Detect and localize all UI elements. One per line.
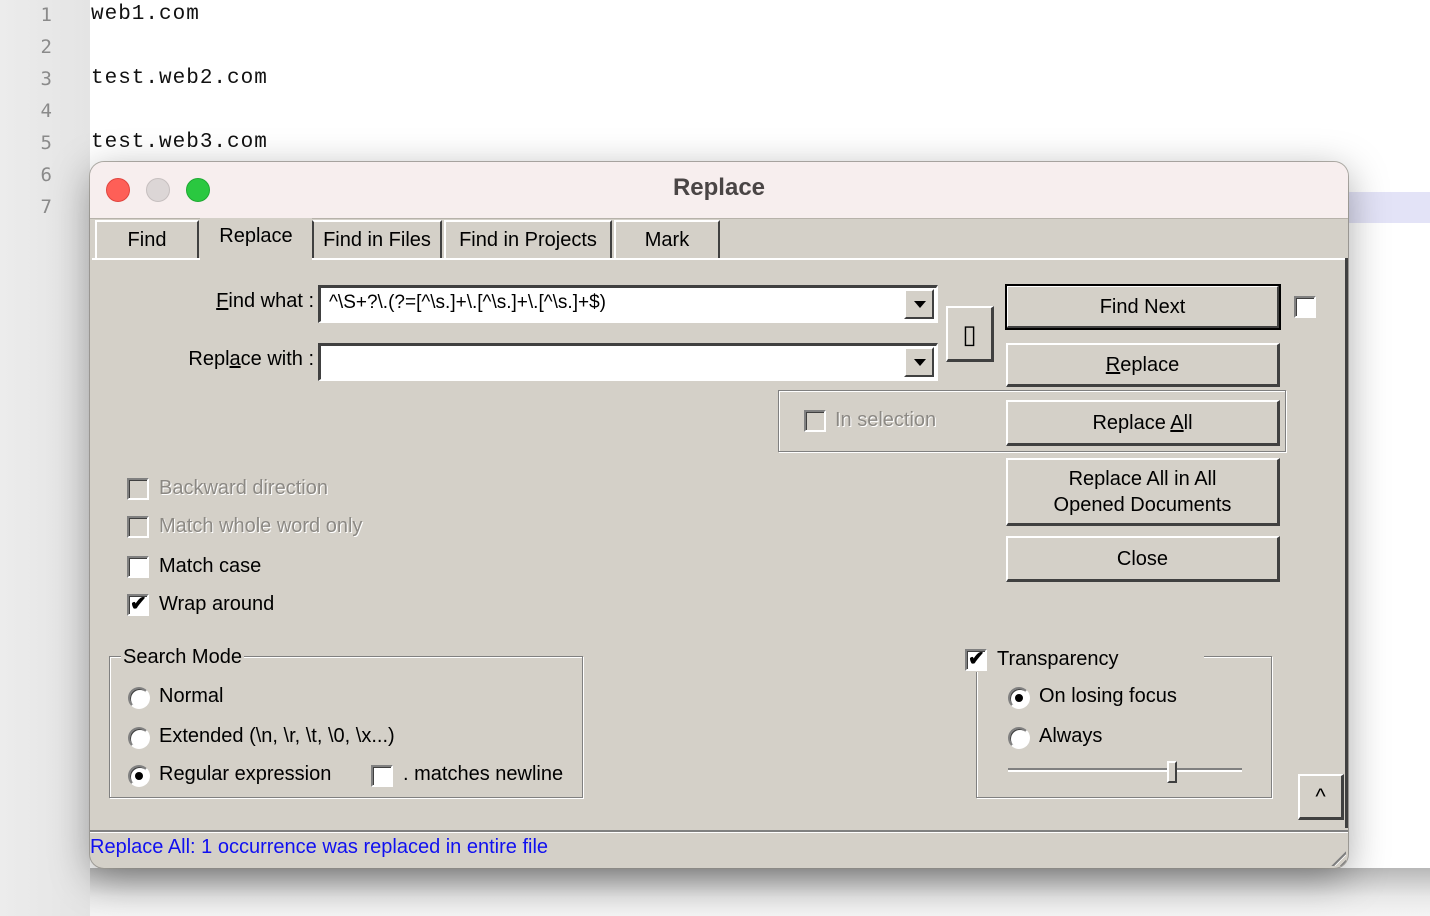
find-what-label: Find what : [150,290,314,313]
in-selection-checkbox[interactable] [804,410,826,432]
wrap-around-label: Wrap around [159,593,275,615]
match-whole-word-checkbox[interactable] [127,516,149,538]
code-line[interactable]: test.web2.com [91,67,268,90]
always-radio[interactable] [1008,727,1030,749]
match-case-label: Match case [159,555,262,577]
replace-with-dropdown-button[interactable] [904,347,934,377]
always-label: Always [1039,725,1103,747]
in-selection-label: In selection [835,409,937,431]
code-line[interactable]: web1.com [91,3,200,26]
extended-mode-radio[interactable] [128,727,150,749]
search-mode-title: Search Mode [121,646,244,669]
checkmark-icon: ✔ [130,593,147,615]
find-label-text: Find what : [216,290,314,312]
title-bar[interactable]: Replace [90,162,1348,219]
replace-dialog: Replace Find Replace Find in Files Find … [90,162,1348,868]
line-number: 6 [40,164,52,186]
match-case-checkbox[interactable] [127,556,149,578]
extended-mode-label: Extended (\n, \r, \t, \0, \x...) [159,725,395,747]
on-losing-focus-radio[interactable] [1008,687,1030,709]
transparency-checkbox[interactable]: ✔ [965,648,987,671]
replace-all-open-line2: Opened Documents [1053,493,1232,516]
line-number: 7 [40,196,52,218]
line-number: 4 [40,100,52,122]
radio-selected-dot [1015,694,1023,702]
tab-panel-border [312,258,1346,260]
line-number: 1 [40,4,52,26]
dot-matches-newline-checkbox[interactable] [371,765,393,787]
normal-mode-radio[interactable] [128,687,150,709]
radio-selected-dot [135,772,143,780]
swap-icon: ▯ [962,318,977,349]
replace-all-open-line1: Replace All in All [1068,467,1217,490]
find-what-input[interactable]: ^\S+?\.(?=[^\s.]+\.[^\s.]+\.[^\s.]+$) [329,292,606,314]
regex-mode-radio[interactable] [128,765,150,787]
find-next-button[interactable]: Find Next [1005,284,1281,330]
line-number: 3 [40,68,52,90]
line-number: 2 [40,36,52,58]
line-number: 5 [40,132,52,154]
regex-mode-label: Regular expression [159,763,332,785]
dialog-title: Replace [672,174,766,201]
status-bar-divider [90,830,1348,832]
backward-direction-label: Backward direction [159,477,328,499]
current-line-highlight [1348,192,1430,223]
transparency-slider-track[interactable] [1008,768,1242,772]
close-button[interactable]: Close [1006,536,1280,582]
replace-button[interactable]: Replace [1006,343,1280,387]
checkmark-icon: ✔ [968,648,985,670]
tab-mark[interactable]: Mark [614,220,720,258]
tab-find[interactable]: Find [95,220,199,258]
dialog-shadow [90,868,1430,916]
swap-find-replace-button[interactable]: ▯ [946,306,994,362]
find-next-option-checkbox[interactable] [1294,296,1316,318]
backward-direction-checkbox[interactable] [127,478,149,500]
code-line[interactable]: test.web3.com [91,131,268,154]
wrap-around-checkbox[interactable]: ✔ [127,593,149,616]
match-whole-word-label: Match whole word only [159,515,363,537]
on-losing-focus-label: On losing focus [1039,685,1177,707]
tab-panel-border [92,258,200,260]
resize-grip[interactable] [1328,848,1346,866]
replace-all-in-opened-docs-button[interactable]: Replace All in All Opened Documents [1006,458,1280,526]
replace-with-label: Replace with : [130,348,314,371]
tab-find-in-files[interactable]: Find in Files [312,220,442,258]
tab-replace[interactable]: Replace [200,218,312,260]
caret-up-icon: ^ [1315,783,1326,809]
replace-btn-label-text: Replace [1105,353,1180,376]
replace-all-label-text: Replace All [1092,411,1193,434]
find-what-combobox[interactable]: ^\S+?\.(?=[^\s.]+\.[^\s.]+\.[^\s.]+$) [318,285,938,323]
replace-with-combobox[interactable] [318,343,938,381]
normal-mode-label: Normal [159,685,224,707]
replace-label-text: Replace with : [188,348,314,370]
find-what-dropdown-button[interactable] [904,289,934,319]
tab-find-in-projects[interactable]: Find in Projects [444,220,612,258]
collapse-dialog-button[interactable]: ^ [1298,774,1344,820]
tab-panel-border-right [1345,258,1348,828]
dot-matches-newline-label: . matches newline [403,763,564,785]
transparency-slider-thumb[interactable] [1166,761,1177,783]
transparency-label: Transparency [997,648,1119,670]
replace-all-button[interactable]: Replace All [1006,400,1280,446]
status-message: Replace All: 1 occurrence was replaced i… [90,836,549,858]
